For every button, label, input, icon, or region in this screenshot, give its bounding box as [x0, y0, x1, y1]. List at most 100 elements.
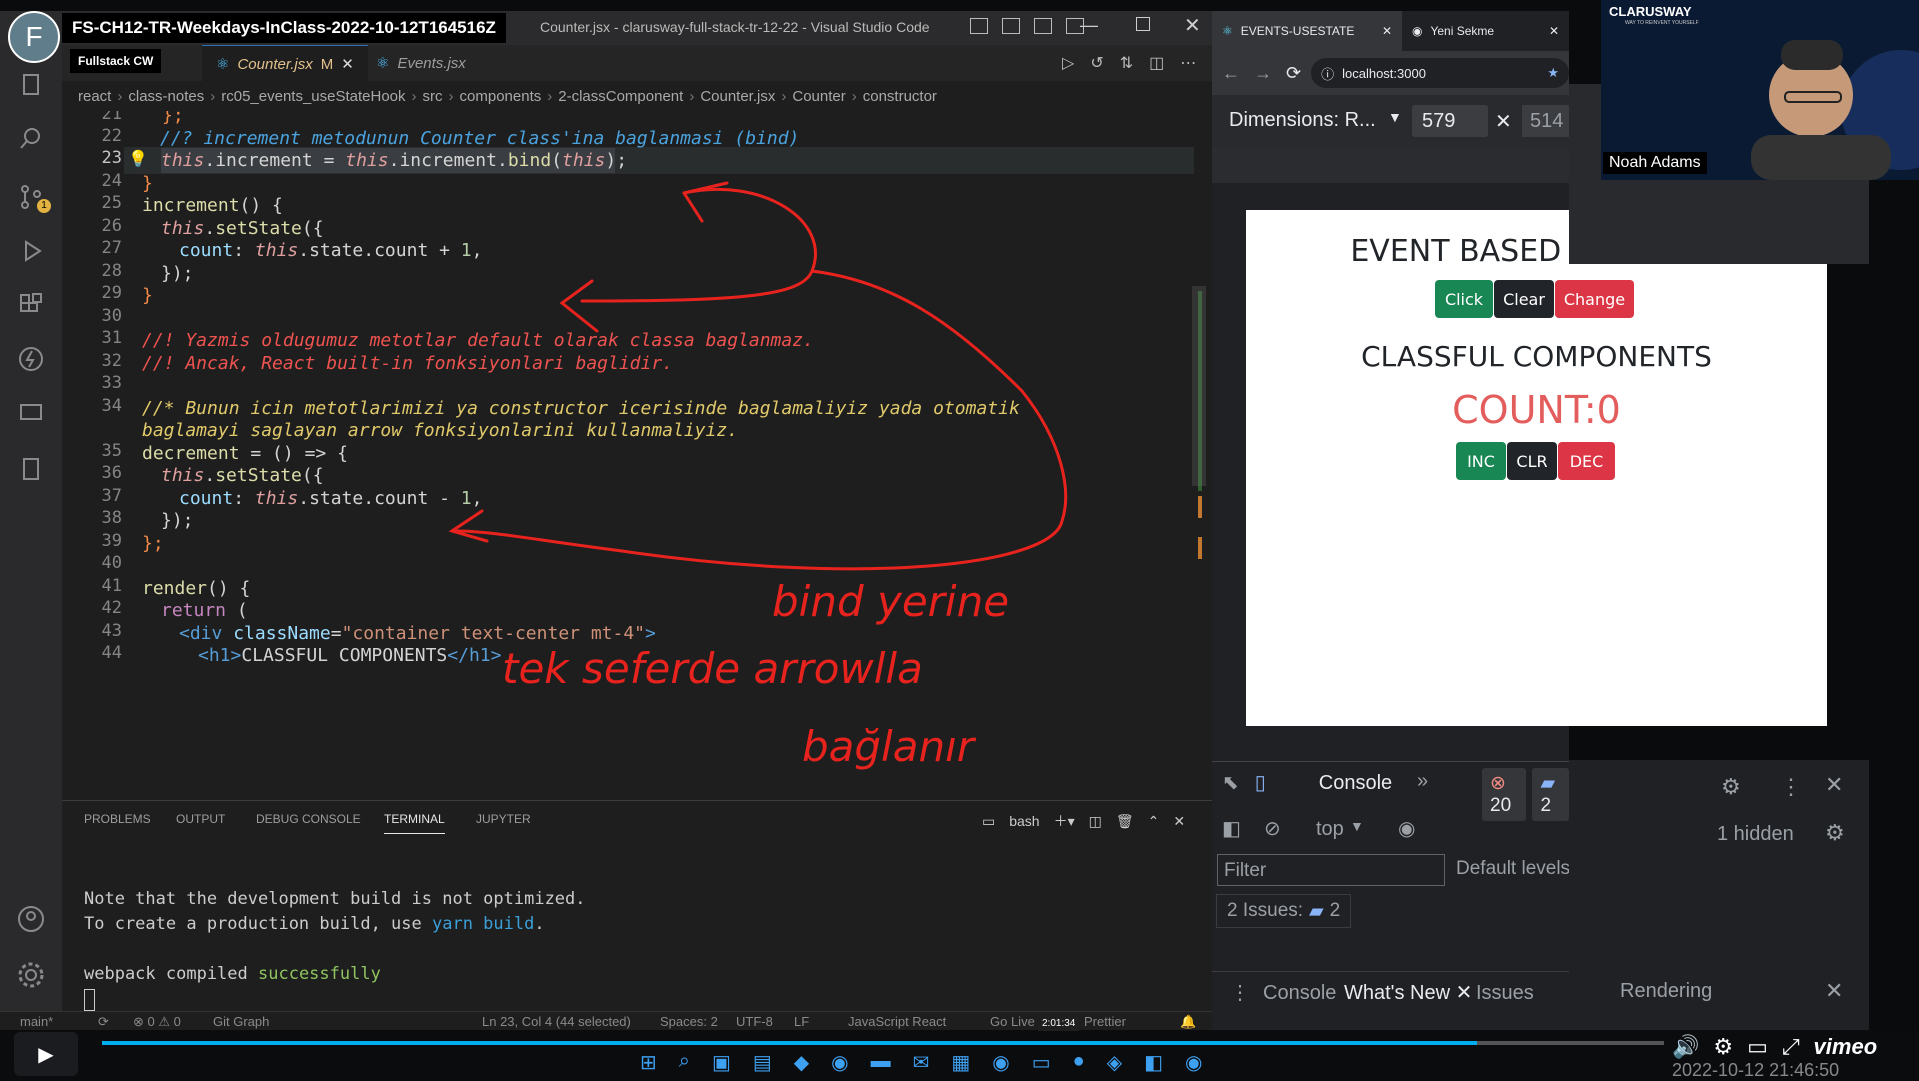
cursor-position[interactable]: Ln 23, Col 4 (44 selected) [482, 1014, 631, 1029]
notifications-bell-icon[interactable]: 🔔 [1180, 1014, 1196, 1030]
minimize-button[interactable]: — [1080, 15, 1098, 36]
height-input[interactable]: 514 [1522, 105, 1569, 137]
language-mode[interactable]: JavaScript React [848, 1014, 946, 1029]
panel-tab-debug-console[interactable]: DEBUG CONSOLE [256, 801, 361, 837]
close-panel-icon[interactable]: ✕ [1173, 813, 1185, 830]
breadcrumb-item[interactable]: Counter [792, 88, 845, 105]
maximize-button[interactable] [1136, 17, 1150, 31]
sidebar-toggle-icon[interactable]: ◧ [1222, 816, 1241, 841]
panel-tab-output[interactable]: OUTPUT [176, 801, 225, 837]
player-settings-icon[interactable]: ⚙ [1713, 1034, 1733, 1060]
taskbar-search-icon[interactable]: ⌕ [679, 1050, 690, 1075]
new-terminal-icon[interactable]: ＋▾ [1054, 811, 1075, 831]
clr-button[interactable]: CLR [1507, 442, 1557, 480]
indentation[interactable]: Spaces: 2 [660, 1014, 718, 1029]
breadcrumb-item[interactable]: rc05_events_useStateHook [221, 88, 405, 105]
console-settings-icon[interactable]: ⚙ [1825, 820, 1845, 846]
issues-link[interactable]: 2 Issues: ▰ 2 [1216, 894, 1352, 928]
panel-tab-terminal[interactable]: TERMINAL [384, 801, 445, 834]
windows-start-icon[interactable]: ⊞ [640, 1050, 657, 1075]
breadcrumb-item[interactable]: constructor [863, 88, 937, 105]
close-tab-icon[interactable]: ✕ [1382, 24, 1392, 38]
url-field[interactable]: ⓘ localhost:3000 ★ [1311, 58, 1569, 88]
close-drawer-icon[interactable]: ✕ [1825, 978, 1843, 1004]
more-tabs-icon[interactable]: » [1417, 770, 1428, 793]
panel-tab-jupyter[interactable]: JUPYTER [476, 801, 531, 837]
drawer-tab-issues[interactable]: Issues [1476, 982, 1534, 1005]
run-debug-icon[interactable] [17, 237, 45, 265]
reload-icon[interactable]: ⟳ [1286, 63, 1301, 84]
breadcrumb-item[interactable]: class-notes [128, 88, 204, 105]
source-control-icon[interactable]: 1 [17, 183, 51, 213]
drawer-tab-rendering[interactable]: Rendering [1620, 980, 1712, 1003]
zoom-taskbar-icon[interactable]: ● [1073, 1050, 1085, 1075]
toggle-sidebar-icon[interactable] [970, 18, 988, 34]
close-tab-icon[interactable]: ✕ [341, 55, 354, 73]
kill-terminal-icon[interactable]: 🗑 [1116, 813, 1134, 830]
fullscreen-icon[interactable]: ⤢ [1782, 1034, 1800, 1060]
store-taskbar-icon[interactable]: ▦ [951, 1050, 970, 1075]
timeline-icon[interactable]: ↺ [1090, 53, 1103, 73]
branch-indicator[interactable]: main* [20, 1014, 53, 1029]
thunder-icon[interactable] [17, 345, 45, 373]
drawer-tab-console[interactable]: Console [1263, 982, 1336, 1005]
task-view-icon[interactable]: ▣ [712, 1050, 731, 1075]
drawer-tab-whats-new[interactable]: What's New ✕ [1336, 972, 1481, 1014]
toggle-panel-icon[interactable] [1002, 18, 1020, 34]
breadcrumb-item[interactable]: react [78, 88, 111, 105]
explorer-icon[interactable] [17, 71, 45, 99]
problems-indicator[interactable]: ⊗ 0 ⚠ 0 [133, 1014, 181, 1030]
toggle-secondary-icon[interactable] [1034, 18, 1052, 34]
chrome-third-taskbar-icon[interactable]: ◉ [1185, 1050, 1202, 1075]
code-editor[interactable]: 21 22 23 24 25 26 27 28 29 30 31 32 33 34 35 36 37 38 39 40… [62, 111, 1212, 800]
change-button[interactable]: Change [1555, 280, 1634, 318]
volume-icon[interactable]: 🔊 [1672, 1034, 1699, 1060]
accounts-icon[interactable] [17, 905, 45, 933]
settings-gear-icon[interactable] [17, 961, 45, 989]
sync-icon[interactable]: ⟳ [98, 1014, 109, 1030]
git-taskbar-icon[interactable]: ◈ [1107, 1050, 1122, 1075]
chrome-alt-taskbar-icon[interactable]: ◉ [992, 1050, 1009, 1075]
browser-tab-new[interactable]: ◉ Yeni Sekme ✕ [1402, 11, 1569, 51]
inspect-element-icon[interactable]: ⬉ [1222, 770, 1239, 795]
prettier-button[interactable]: Prettier [1084, 1014, 1126, 1029]
search-icon[interactable] [17, 125, 45, 153]
go-live-button[interactable]: Go Live [990, 1014, 1035, 1029]
more-actions-icon[interactable]: ⋯ [1180, 53, 1196, 73]
clear-console-icon[interactable]: ⊘ [1264, 816, 1281, 841]
split-editor-icon[interactable]: ◫ [1149, 53, 1164, 73]
chrome-taskbar-icon[interactable]: ◉ [831, 1050, 848, 1075]
explorer-taskbar-icon[interactable]: ▬ [871, 1050, 891, 1075]
back-icon[interactable]: ← [1222, 63, 1240, 84]
width-input[interactable]: 579 [1412, 105, 1488, 137]
close-devtools-icon[interactable]: ✕ [1825, 772, 1843, 798]
tab-events-jsx[interactable]: ⚛ Events.jsx [362, 45, 480, 81]
live-expression-eye-icon[interactable]: ◉ [1398, 816, 1415, 841]
devtools-settings-icon[interactable]: ⚙ [1721, 774, 1741, 800]
taskbar-app-icon[interactable]: ▤ [753, 1050, 772, 1075]
split-terminal-icon[interactable]: ◫ [1089, 813, 1102, 830]
browser-tab-events[interactable]: ⚛ EVENTS-USESTATE ✕ [1212, 11, 1402, 51]
git-graph-button[interactable]: Git Graph [213, 1014, 269, 1029]
context-dropdown-icon[interactable]: ▼ [1350, 818, 1364, 834]
dimensions-dropdown-icon[interactable]: ▼ [1388, 109, 1402, 125]
mail-taskbar-icon[interactable]: ✉ [913, 1050, 930, 1075]
bookmarks-icon[interactable] [17, 455, 45, 483]
devtools-console-tab[interactable]: Console [1308, 762, 1403, 804]
play-button[interactable]: ▶ [14, 1032, 78, 1076]
forward-icon[interactable]: → [1254, 63, 1272, 84]
context-select[interactable]: top [1316, 818, 1344, 841]
terminal-shell-name[interactable]: bash [1009, 813, 1039, 829]
remote-explorer-icon[interactable] [17, 399, 45, 427]
vscode-taskbar-icon[interactable]: ◆ [794, 1050, 809, 1075]
panel-tab-problems[interactable]: PROBLEMS [84, 801, 151, 837]
terminal-taskbar-icon[interactable]: ▭ [1032, 1050, 1051, 1075]
info-icon[interactable]: ⓘ [1321, 64, 1334, 83]
clear-button[interactable]: Clear [1494, 280, 1554, 318]
onenote-taskbar-icon[interactable]: ◧ [1144, 1050, 1163, 1075]
line-ending[interactable]: LF [794, 1014, 809, 1029]
drawer-menu-icon[interactable]: ⋮ [1230, 980, 1250, 1005]
run-icon[interactable]: ▷ [1062, 53, 1074, 73]
compare-icon[interactable]: ⇅ [1120, 53, 1133, 73]
progress-track[interactable] [102, 1041, 1664, 1045]
